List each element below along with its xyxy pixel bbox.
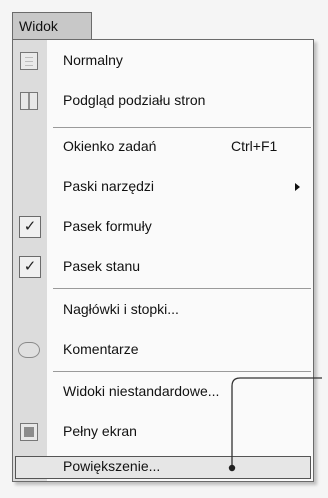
menu-separator	[53, 371, 311, 372]
menu-widok-label: Widok	[19, 18, 58, 34]
menu-item-label: Widoki niestandardowe...	[63, 383, 220, 399]
menu-item-label: Powiększenie...	[63, 458, 161, 474]
menu-separator	[53, 288, 311, 289]
chevron-right-icon	[295, 183, 300, 191]
menu-item-pasek-formuly[interactable]: ✓ Pasek formuły	[13, 210, 313, 244]
menu-item-normalny[interactable]: Normalny	[13, 44, 313, 78]
page-break-preview-icon	[20, 92, 38, 110]
checkmark-icon: ✓	[19, 216, 41, 238]
menu-item-label: Okienko zadań	[63, 138, 157, 154]
full-screen-icon	[20, 423, 38, 441]
normal-view-icon	[20, 52, 38, 70]
menu-item-pelny-ekran[interactable]: Pełny ekran	[13, 415, 313, 449]
menu-item-label: Pełny ekran	[63, 423, 137, 439]
menu-item-label: Komentarze	[63, 341, 139, 357]
menu-item-label: Normalny	[63, 52, 123, 68]
menu-item-paski-narzedzi[interactable]: Paski narzędzi	[13, 170, 313, 204]
view-menu-dropdown: Normalny Podgląd podziału stron Okienko …	[12, 39, 314, 482]
menu-item-pasek-stanu[interactable]: ✓ Pasek stanu	[13, 250, 313, 284]
menu-item-powiekszenie[interactable]: Powiększenie...	[13, 450, 313, 484]
menu-item-naglowki-i-stopki[interactable]: Nagłówki i stopki...	[13, 293, 313, 327]
menu-item-label: Nagłówki i stopki...	[63, 301, 179, 317]
screen: Widok Normalny Podgląd podziału stron Ok…	[0, 0, 328, 498]
menu-item-widoki-niestandardowe[interactable]: Widoki niestandardowe...	[13, 375, 313, 409]
menu-item-okienko-zadan[interactable]: Okienko zadań Ctrl+F1	[13, 130, 313, 164]
menu-item-label: Pasek formuły	[63, 218, 152, 234]
menu-item-label: Paski narzędzi	[63, 178, 155, 194]
menu-item-label: Podgląd podziału stron	[63, 92, 206, 108]
menu-separator	[53, 127, 311, 128]
checkmark-icon: ✓	[19, 256, 41, 278]
comments-icon	[18, 342, 40, 358]
menu-item-komentarze[interactable]: Komentarze	[13, 333, 313, 367]
menu-widok[interactable]: Widok	[12, 12, 92, 40]
menu-item-label: Pasek stanu	[63, 258, 141, 274]
menu-item-podglad-podzialu-stron[interactable]: Podgląd podziału stron	[13, 84, 313, 118]
shortcut-label: Ctrl+F1	[231, 138, 278, 154]
